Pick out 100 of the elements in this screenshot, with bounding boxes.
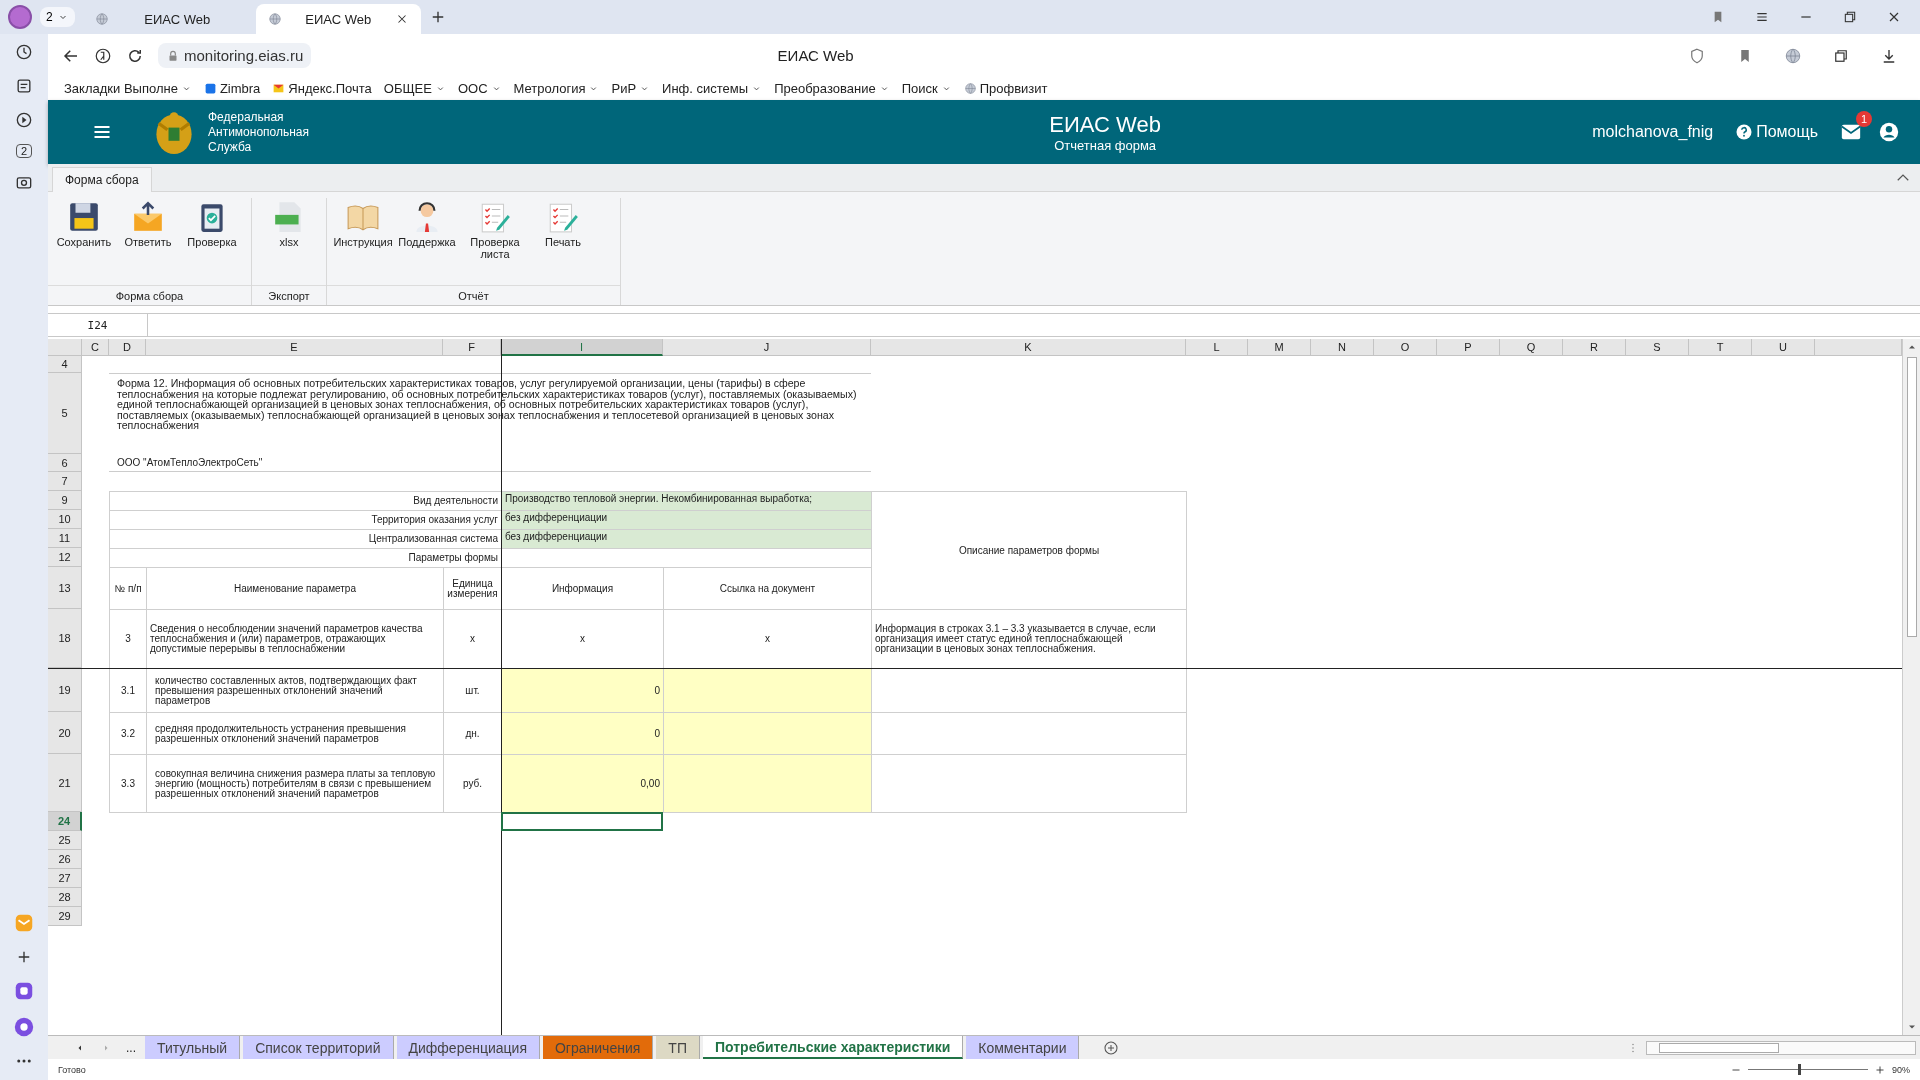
profile-avatar[interactable]: [8, 5, 32, 29]
scroll-thumb[interactable]: [1659, 1042, 1779, 1053]
row-header[interactable]: 19: [48, 668, 82, 712]
more-sheets-button[interactable]: ...: [126, 1040, 136, 1055]
column-header[interactable]: K: [871, 339, 1186, 356]
assistant-icon[interactable]: [13, 1016, 35, 1038]
column-header[interactable]: D: [109, 339, 146, 356]
row-header[interactable]: 9: [48, 491, 82, 510]
input-cell[interactable]: [663, 712, 872, 755]
row-header[interactable]: 18: [48, 609, 82, 668]
input-cell[interactable]: 0: [501, 712, 664, 755]
column-header[interactable]: C: [82, 339, 109, 356]
ribbon-button[interactable]: Печать: [531, 198, 595, 286]
shield-icon[interactable]: [1688, 46, 1706, 65]
row-header[interactable]: 6: [48, 454, 82, 472]
history-icon[interactable]: [14, 42, 34, 62]
column-header[interactable]: L: [1186, 339, 1248, 356]
row-header[interactable]: 24: [48, 812, 82, 831]
organization-name: ООО "АтомТеплоЭлектроСеть": [109, 454, 871, 472]
column-header[interactable]: T: [1689, 339, 1752, 356]
ribbon-button[interactable]: xlsx: [257, 198, 321, 286]
row-header[interactable]: 4: [48, 356, 82, 373]
column-header[interactable]: I: [501, 339, 663, 356]
row-header[interactable]: 7: [48, 472, 82, 491]
bookmark-link[interactable]: Профвизит: [963, 81, 1048, 96]
extension-icon[interactable]: [1784, 46, 1802, 65]
account-icon[interactable]: [1878, 121, 1900, 143]
bookmark-folder[interactable]: РиР: [611, 81, 651, 96]
column-header[interactable]: U: [1752, 339, 1815, 356]
page-title: ЕИАС Web: [776, 47, 855, 64]
sheet-tab[interactable]: Титульный: [145, 1036, 241, 1059]
horizontal-scrollbar[interactable]: [1646, 1040, 1916, 1055]
row-header[interactable]: 21: [48, 754, 82, 812]
bookmark-folder[interactable]: Инф. системы: [662, 81, 763, 96]
parameter-value: Производство тепловой энергии. Некомбинированная выработка;: [501, 491, 872, 511]
row-header[interactable]: 13: [48, 567, 82, 609]
ribbon-button[interactable]: Инструкция: [331, 198, 395, 286]
row-header[interactable]: 10: [48, 510, 82, 529]
input-cell[interactable]: 0,00: [501, 754, 664, 813]
column-header[interactable]: M: [1248, 339, 1311, 356]
restore-icon[interactable]: [1842, 9, 1858, 25]
ribbon-group-label: Форма сбора: [48, 285, 251, 305]
add-sheet-icon[interactable]: [1102, 1039, 1121, 1057]
column-header[interactable]: O: [1374, 339, 1437, 356]
bookmark-folder[interactable]: Преобразование: [774, 81, 890, 96]
play-icon[interactable]: [14, 110, 34, 130]
bookmark-folder[interactable]: ООС: [457, 81, 502, 96]
square-icon: [203, 82, 217, 95]
row-header[interactable]: 11: [48, 529, 82, 548]
status-text: Готово: [58, 1064, 86, 1075]
row-header[interactable]: 25: [48, 831, 82, 850]
scroll-thumb[interactable]: [1906, 357, 1917, 637]
globe-icon: [267, 12, 282, 26]
row-header[interactable]: 20: [48, 712, 82, 754]
zoom-level: 90%: [1892, 1064, 1910, 1075]
sheet-tab[interactable]: ТП: [656, 1036, 700, 1059]
bookmark-link[interactable]: Яндекс.Почта: [272, 81, 372, 96]
row-header[interactable]: 28: [48, 888, 82, 907]
tab-count-badge[interactable]: 2: [15, 144, 33, 158]
browser-tab[interactable]: ЕИАС Web: [82, 4, 248, 34]
ribbon-button[interactable]: Проверка листа: [459, 198, 531, 286]
zoom-thumb[interactable]: [1798, 1064, 1802, 1075]
parameter-value: без дифференциации: [501, 510, 872, 530]
browser-tab[interactable]: ЕИАС Web: [255, 4, 421, 34]
row-header[interactable]: 26: [48, 850, 82, 869]
bookmark-folder[interactable]: Закладки Выполне: [64, 81, 192, 96]
tab-count-button[interactable]: 2: [40, 7, 75, 27]
app-icon[interactable]: [13, 980, 35, 1002]
address-field[interactable]: monitoring.eias.ru: [158, 43, 312, 68]
sheet-tab[interactable]: Дифференциация: [396, 1036, 540, 1059]
row-header[interactable]: 12: [48, 548, 82, 567]
selected-cell[interactable]: [501, 812, 663, 831]
user-name[interactable]: molchanova_fnig: [1592, 123, 1714, 141]
column-header[interactable]: N: [1311, 339, 1374, 356]
sheet-tab[interactable]: Потребительские характеристики: [702, 1036, 964, 1059]
column-header[interactable]: E: [146, 339, 443, 356]
help-link[interactable]: Помощь: [1735, 123, 1818, 141]
input-cell[interactable]: [663, 668, 872, 713]
bookmark-folder[interactable]: Метрология: [513, 81, 600, 96]
input-cell[interactable]: [663, 754, 872, 813]
sheet-tab[interactable]: Комментарии: [966, 1036, 1080, 1059]
ribbon-button[interactable]: Поддержка: [395, 198, 459, 286]
column-header[interactable]: J: [663, 339, 871, 356]
sheet-tab[interactable]: Список территорий: [243, 1036, 394, 1059]
column-header[interactable]: Q: [1500, 339, 1563, 356]
bookmark-folder[interactable]: Поиск: [901, 81, 952, 96]
ribbon-button[interactable]: Ответить: [116, 198, 180, 286]
column-header[interactable]: P: [1437, 339, 1500, 356]
row-header[interactable]: 29: [48, 907, 82, 926]
ribbon-button[interactable]: Проверка: [180, 198, 244, 286]
row-header[interactable]: 5: [48, 373, 82, 454]
bookmark-link[interactable]: Zimbra: [203, 81, 261, 96]
ribbon-button[interactable]: Сохранить: [52, 198, 116, 286]
bookmark-folder[interactable]: ОБЩЕЕ: [383, 81, 446, 96]
column-header[interactable]: R: [1563, 339, 1626, 356]
table-cell: 3.3: [109, 754, 147, 813]
ribbon-tab[interactable]: Форма сбора: [52, 167, 152, 192]
column-header[interactable]: S: [1626, 339, 1689, 356]
column-header[interactable]: F: [443, 339, 501, 356]
row-header[interactable]: 27: [48, 869, 82, 888]
